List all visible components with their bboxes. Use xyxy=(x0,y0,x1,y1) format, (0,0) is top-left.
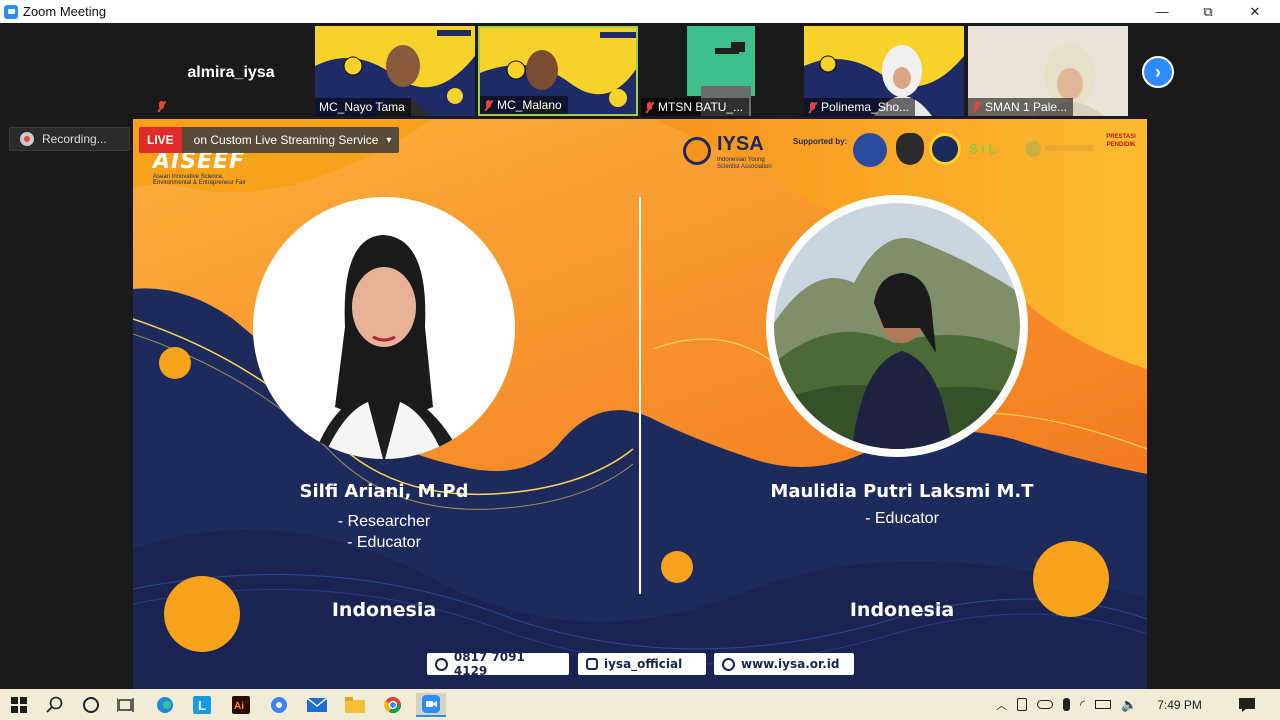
speaker-photo-left xyxy=(253,197,515,459)
sponsor-logo xyxy=(896,133,924,165)
supported-by-label: Supported by: xyxy=(793,137,848,146)
participant-name: Polinema_Sho... xyxy=(821,100,910,114)
speaker-country-left: Indonesia xyxy=(331,599,437,621)
participant-name: MC_Malano xyxy=(497,98,562,112)
mic-muted-icon xyxy=(972,101,981,113)
svg-text:L: L xyxy=(198,698,206,713)
website-url: www.iysa.or.id xyxy=(741,657,840,671)
participant-strip: almira_iysa MC_Nayo Tama MC_Malano MTSN … xyxy=(0,23,1280,118)
self-video-tile[interactable]: almira_iysa xyxy=(151,26,311,116)
speaker-portrait-right xyxy=(774,203,1020,449)
speaker-role-left: - Researcher xyxy=(337,513,431,530)
iysa-emblem-icon xyxy=(683,137,711,165)
participant-tile[interactable]: Polinema_Sho... xyxy=(804,26,964,116)
mic-muted-icon xyxy=(157,101,166,112)
zoom-taskbar-icon[interactable] xyxy=(416,693,446,717)
edge-icon[interactable] xyxy=(150,693,180,717)
participant-name: MC_Nayo Tama xyxy=(319,100,405,114)
speaker-country-right: Indonesia xyxy=(849,599,955,621)
task-view-icon[interactable] xyxy=(111,693,141,717)
speaker-role-right: - Educator xyxy=(865,510,939,527)
mic-muted-icon xyxy=(645,101,654,113)
speaker-name-right: Maulidia Putri Laksmi M.T xyxy=(770,481,1034,502)
recording-indicator[interactable]: Recording... xyxy=(9,127,130,151)
participant-name: MTSN BATU_... xyxy=(658,100,744,114)
restore-button[interactable]: ⧉ xyxy=(1185,0,1231,23)
participant-tile[interactable]: MTSN BATU_... xyxy=(641,26,801,116)
sponsor-logo xyxy=(1045,145,1093,151)
cortana-icon[interactable] xyxy=(76,693,106,717)
system-tray: ︿ ◜ 🔈 7:49 PM xyxy=(996,689,1202,720)
sponsor-logo: S i L xyxy=(969,141,997,156)
globe-icon xyxy=(722,657,735,671)
speaker-role-left: - Educator xyxy=(347,534,421,551)
onedrive-icon[interactable] xyxy=(1037,700,1053,709)
instagram-icon xyxy=(586,658,598,670)
wifi-icon[interactable]: ◜ xyxy=(1080,697,1085,713)
speaker-name-left: Silfi Ariani, M.Pd xyxy=(299,481,469,502)
speaker-portrait-left xyxy=(313,235,463,459)
battery-icon[interactable] xyxy=(1095,700,1112,709)
live-badge: LIVE xyxy=(139,127,182,153)
zoom-app-icon xyxy=(4,4,18,19)
taskbar: L Ai ︿ ◜ 🔈 7:49 PM xyxy=(0,689,1280,720)
search-icon[interactable] xyxy=(40,693,70,717)
mic-muted-icon xyxy=(808,101,817,113)
live-stream-dropdown[interactable]: LIVE on Custom Live Streaming Service ▾ xyxy=(139,127,400,153)
sponsor-logo xyxy=(1025,141,1041,157)
prestasi-logo: PRESTASI PENDIDIK xyxy=(1106,134,1136,148)
sponsor-logo xyxy=(929,133,961,165)
dropdown-caret-icon: ▾ xyxy=(386,134,392,146)
org-subtitle: Scientist Association xyxy=(717,164,772,170)
speaker-icon[interactable]: 🔈 xyxy=(1121,697,1137,713)
mic-muted-icon xyxy=(484,99,493,111)
mail-icon[interactable] xyxy=(302,693,332,717)
microphone-icon[interactable] xyxy=(1063,698,1070,711)
org-logo: IYSA Indonesian Young Scientist Associat… xyxy=(683,133,793,173)
participant-name: SMAN 1 Pale... xyxy=(985,100,1068,114)
speaker-photo-right xyxy=(766,195,1028,457)
whatsapp-number: 0817 7091 4129 xyxy=(453,650,525,678)
browser-icon[interactable] xyxy=(264,693,294,717)
app-l-icon[interactable]: L xyxy=(187,693,217,717)
org-name: IYSA xyxy=(717,133,764,155)
notifications-icon[interactable] xyxy=(1232,693,1262,717)
whatsapp-icon xyxy=(435,657,448,671)
windows-start-icon[interactable] xyxy=(4,693,34,717)
org-subtitle: Indonesian Young xyxy=(717,157,765,163)
recording-label: Recording... xyxy=(42,132,107,146)
event-logo-subtitle: Environmental & Entrepreneur Fair xyxy=(153,180,246,186)
window-title: Zoom Meeting xyxy=(23,4,107,19)
participant-tile[interactable]: MC_Nayo Tama xyxy=(315,26,475,116)
next-page-button[interactable]: › xyxy=(1142,56,1174,88)
illustrator-icon[interactable]: Ai xyxy=(226,693,256,717)
chrome-icon[interactable] xyxy=(378,693,408,717)
contact-whatsapp: 0817 7091 4129 xyxy=(427,650,569,678)
event-logo: AISEEF Asean Innovative Science, Environ… xyxy=(153,149,293,186)
participant-tile[interactable]: SMAN 1 Pale... xyxy=(968,26,1128,116)
clock[interactable]: 7:49 PM xyxy=(1157,698,1202,712)
recording-cloud-icon xyxy=(20,132,34,146)
window-titlebar: Zoom Meeting — ⧉ ✕ xyxy=(0,0,1280,23)
sponsor-logo xyxy=(853,133,887,167)
participant-tile-active[interactable]: MC_Malano xyxy=(478,26,638,116)
shared-screen: AISEEF Asean Innovative Science, Environ… xyxy=(133,119,1147,689)
device-icon[interactable] xyxy=(1017,698,1027,711)
instagram-handle: iysa_official xyxy=(604,657,683,671)
contact-instagram: iysa_official xyxy=(578,653,706,675)
svg-text:Ai: Ai xyxy=(234,701,244,712)
contact-web: www.iysa.or.id xyxy=(714,653,854,675)
live-stream-label: on Custom Live Streaming Service xyxy=(193,133,379,147)
self-name: almira_iysa xyxy=(187,64,275,81)
chevron-up-icon[interactable]: ︿ xyxy=(996,697,1007,713)
minimize-button[interactable]: — xyxy=(1139,0,1185,23)
file-explorer-icon[interactable] xyxy=(340,693,370,717)
close-button[interactable]: ✕ xyxy=(1232,0,1278,23)
